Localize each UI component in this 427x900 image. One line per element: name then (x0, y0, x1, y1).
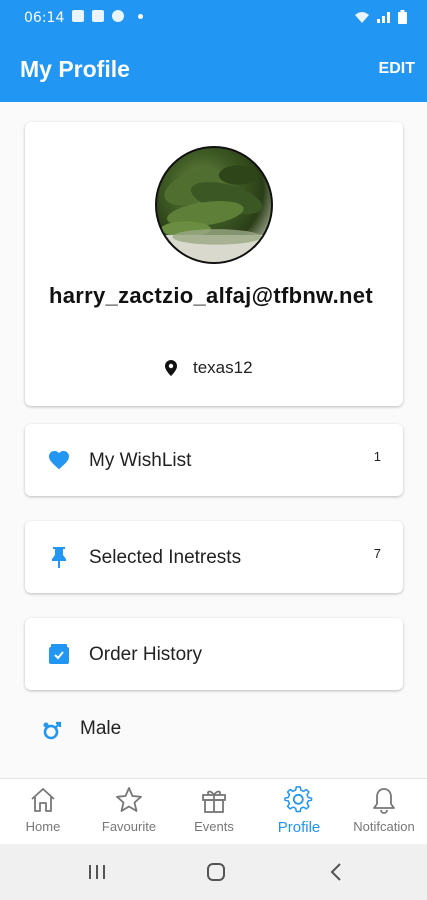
status-time: 06:14 (24, 10, 65, 26)
status-bar: 06:14 (0, 0, 427, 36)
nav-favourite[interactable]: Favourite (86, 785, 172, 843)
location-pin-icon (165, 360, 177, 376)
order-box-icon (49, 644, 69, 664)
page-title: My Profile (20, 56, 130, 82)
nav-home[interactable]: Home (0, 785, 86, 843)
app-bar: My Profile EDIT (0, 36, 427, 102)
shopping-bag-icon (92, 10, 104, 22)
nav-favourite-label: Favourite (101, 819, 157, 834)
signal-icon (377, 12, 390, 23)
gallery-icon (72, 10, 84, 22)
nav-home-label: Home (25, 819, 61, 834)
more-notifications-dot (138, 13, 143, 19)
profile-content: harry_zactzio_alfaj@tfbnw.net texas12 My… (0, 102, 427, 778)
gender-row: Male (38, 714, 121, 744)
nav-profile[interactable]: Profile (256, 785, 342, 843)
edit-button[interactable]: EDIT (379, 60, 415, 78)
profile-location: texas12 (165, 358, 253, 378)
bottom-navigation: Home Favourite Events Profile Notifcatio… (0, 778, 427, 844)
order-history-label: Order History (89, 644, 202, 665)
recent-apps-icon[interactable] (82, 862, 112, 882)
gender-label: Male (80, 718, 122, 739)
selected-interests-count: 7 (373, 546, 381, 561)
status-system-icons (354, 10, 407, 24)
profile-card: harry_zactzio_alfaj@tfbnw.net texas12 (25, 122, 403, 406)
home-icon (31, 788, 55, 812)
system-navigation-bar (0, 844, 427, 900)
wishlist-item[interactable]: My WishList 1 (25, 424, 403, 496)
avatar[interactable] (155, 146, 273, 264)
selected-interests-item[interactable]: Selected Inetrests 7 (25, 521, 403, 593)
home-system-icon[interactable] (201, 862, 231, 882)
selected-interests-label: Selected Inetrests (89, 547, 242, 568)
nav-notification-label: Notifcation (353, 819, 415, 834)
status-notification-icons (72, 10, 143, 22)
back-icon[interactable] (321, 862, 351, 882)
nav-notification[interactable]: Notifcation (341, 785, 427, 843)
avatar-image (157, 165, 271, 262)
heart-icon (49, 451, 69, 470)
soccer-ball-icon (112, 10, 124, 22)
gear-icon (284, 786, 313, 813)
bell-icon (373, 788, 395, 814)
profile-email: harry_zactzio_alfaj@tfbnw.net (49, 283, 373, 308)
gender-icon (43, 721, 62, 740)
pin-icon (52, 547, 66, 568)
wifi-icon (355, 12, 369, 23)
location-label: texas12 (193, 358, 253, 377)
wishlist-count: 1 (373, 449, 381, 464)
gift-icon (202, 790, 226, 813)
nav-events-label: Events (194, 819, 234, 834)
wishlist-label: My WishList (89, 450, 192, 471)
order-history-item[interactable]: Order History (25, 618, 403, 690)
nav-profile-label: Profile (277, 819, 321, 836)
nav-events[interactable]: Events (171, 785, 257, 843)
battery-icon (398, 10, 407, 24)
star-icon (116, 787, 142, 812)
